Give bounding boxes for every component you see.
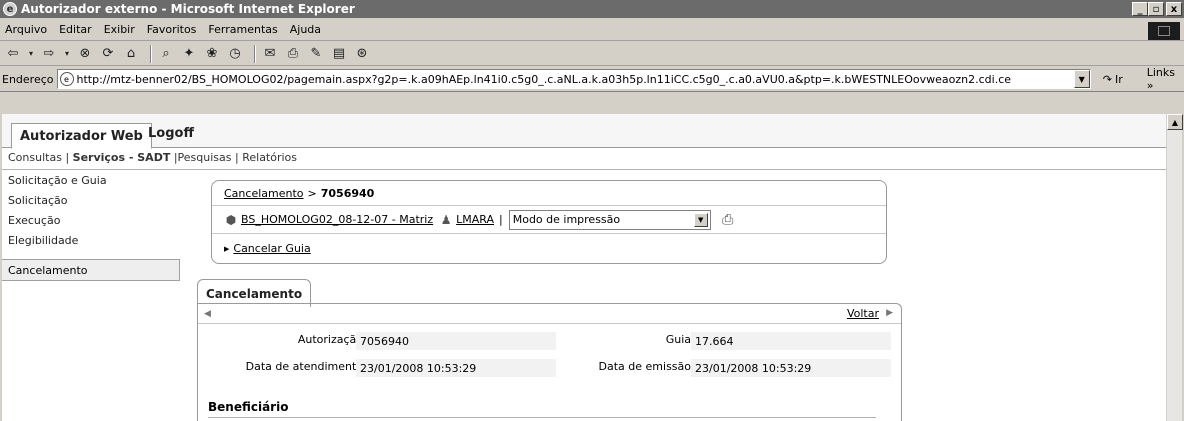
mail-icon[interactable]: ✉	[261, 45, 279, 63]
tab-logoff[interactable]: Logoff	[148, 126, 194, 141]
page-icon: e	[59, 72, 74, 86]
triangle-right-icon: ▶	[224, 244, 230, 253]
sidebar-item-label: Cancelamento	[8, 263, 88, 277]
history-icon[interactable]: ◷	[226, 45, 244, 63]
search-icon[interactable]: ⌕	[157, 45, 175, 63]
menu-ferramentas[interactable]: Ferramentas	[202, 23, 283, 36]
minimize-button[interactable]: _	[1132, 2, 1148, 16]
sidebar-item-execucao[interactable]: Execução	[8, 214, 60, 227]
panel-header: ◀ Voltar ▶	[198, 304, 901, 324]
toolbar-separator	[254, 44, 256, 63]
cancelamento-panel: ◀ Voltar ▶ Autorização 7056940 Guia 17.6…	[197, 303, 902, 421]
address-dropdown-icon[interactable]: ▼	[1073, 70, 1090, 88]
chevron-down-icon[interactable]: ▼	[693, 212, 708, 227]
sidebar-item-elegibilidade[interactable]: Elegibilidade	[8, 234, 78, 247]
discuss-icon[interactable]: ▤	[330, 45, 348, 63]
subnav-relatorios[interactable]: Relatórios	[242, 151, 297, 164]
edit-icon[interactable]: ✎	[307, 45, 325, 63]
go-label: Ir	[1114, 72, 1123, 86]
data-emissao-label: Data de emissão	[598, 360, 691, 373]
breadcrumb-separator: >	[307, 186, 317, 200]
sidebar-item-solicitacao-e-guia[interactable]: Solicitação e Guia	[8, 174, 107, 187]
address-input[interactable]: e http://mtz-benner02/BS_HOMOLOG02/pagem…	[56, 69, 1091, 89]
menu-ajuda[interactable]: Ajuda	[284, 23, 327, 36]
context-row: ⬢ BS_HOMOLOG02_08-12-07 - Matriz ♟ LMARA…	[212, 206, 886, 234]
context-box: Cancelamento > 7056940 ⬢ BS_HOMOLOG02_08…	[211, 180, 887, 264]
print-mode-value: Modo de impressão	[512, 213, 621, 226]
subnav-pesquisas[interactable]: Pesquisas	[178, 151, 232, 164]
menu-bar: Arquivo Editar Exibir Favoritos Ferramen…	[0, 19, 1184, 41]
go-button[interactable]: ↷ Ir	[1103, 73, 1123, 86]
context-separator: |	[499, 213, 503, 226]
autorizacao-value: 7056940	[356, 332, 556, 350]
subnav-separator: |	[65, 151, 70, 164]
window-controls: _ ▫ x	[1132, 2, 1182, 16]
breadcrumb-current: 7056940	[320, 186, 375, 200]
window-title-bar: e Autorizador externo - Microsoft Intern…	[0, 0, 1184, 18]
guia-value: 17.664	[691, 332, 891, 350]
address-label: Endereço	[2, 72, 54, 86]
tab-autorizador-web[interactable]: Autorizador Web	[11, 123, 152, 149]
user-link[interactable]: LMARA	[456, 213, 494, 226]
stop-icon[interactable]: ⊗	[76, 45, 94, 63]
sidebar-item-cancelamento[interactable]: Cancelamento	[2, 259, 180, 281]
data-emissao-value: 23/01/2008 10:53:29	[691, 359, 891, 377]
messenger-icon[interactable]: ⊛	[353, 45, 371, 63]
subnav-consultas[interactable]: Consultas	[8, 151, 62, 164]
refresh-icon[interactable]: ⟳	[99, 45, 117, 63]
breadcrumb-link-cancelamento[interactable]: Cancelamento	[224, 187, 304, 200]
company-icon: ⬢	[225, 212, 237, 227]
print-mode-select[interactable]: Modo de impressão ▼	[508, 209, 711, 230]
windows-logo-icon	[1148, 22, 1180, 40]
back-arrow-icon[interactable]: ⇦	[4, 45, 22, 63]
sidebar: Solicitação e Guia Solicitação Execução …	[2, 170, 180, 421]
subnav-separator: |	[235, 151, 239, 164]
data-atendimento-label: Data de atendimento	[245, 360, 363, 373]
action-row: ▶ Cancelar Guia	[212, 234, 886, 263]
user-icon: ♟	[440, 212, 452, 227]
cancelar-guia-link[interactable]: Cancelar Guia	[233, 242, 310, 255]
media-icon[interactable]: ❀	[203, 45, 221, 63]
forward-arrow-icon[interactable]: ⇨	[40, 45, 58, 63]
ie-icon: e	[3, 2, 17, 16]
toolbar: ⇦ ▾ ⇨ ▾ ⊗ ⟳ ⌂ ⌕ ✦ ❀ ◷ ✉ ⎙ ✎ ▤ ⊛	[0, 42, 1184, 66]
restore-button[interactable]: ▫	[1148, 2, 1164, 16]
voltar-link[interactable]: Voltar	[847, 307, 879, 320]
forward-dropdown-icon[interactable]: ▾	[63, 45, 71, 63]
sidebar-item-solicitacao[interactable]: Solicitação	[8, 194, 68, 207]
close-button[interactable]: x	[1166, 2, 1182, 16]
address-bar: Endereço e http://mtz-benner02/BS_HOMOLO…	[0, 66, 1184, 92]
scroll-up-icon[interactable]: ▲	[1167, 114, 1183, 130]
home-icon[interactable]: ⌂	[122, 45, 140, 63]
printer-icon[interactable]: ⎙	[721, 212, 735, 228]
triangle-right-icon[interactable]: ▶	[886, 308, 893, 318]
menu-favoritos[interactable]: Favoritos	[141, 23, 203, 36]
triangle-left-icon[interactable]: ◀	[204, 309, 211, 319]
breadcrumb: Cancelamento > 7056940	[212, 181, 886, 206]
printer-icon[interactable]: ⎙	[284, 45, 302, 63]
company-link[interactable]: BS_HOMOLOG02_08-12-07 - Matriz	[241, 213, 433, 226]
page-content: Autorizador Web Logoff Consultas | Servi…	[2, 114, 1166, 421]
autorizacao-label: Autorização	[297, 333, 363, 346]
menu-arquivo[interactable]: Arquivo	[0, 23, 53, 36]
toolbar-separator	[150, 44, 152, 63]
guia-label: Guia	[665, 333, 691, 346]
back-dropdown-icon[interactable]: ▾	[27, 45, 35, 63]
beneficiario-divider	[208, 417, 876, 418]
menu-exibir[interactable]: Exibir	[98, 23, 141, 36]
beneficiario-heading: Beneficiário	[208, 400, 289, 414]
menu-editar[interactable]: Editar	[53, 23, 98, 36]
favorites-icon[interactable]: ✦	[180, 45, 198, 63]
go-arrow-icon: ↷	[1102, 72, 1112, 86]
subnav-servicos-sadt[interactable]: Serviços - SADT	[73, 151, 171, 164]
window-title: Autorizador externo - Microsoft Internet…	[21, 2, 355, 16]
data-atendimento-value: 23/01/2008 10:53:29	[356, 359, 556, 377]
sub-navigation: Consultas | Serviços - SADT |Pesquisas |…	[8, 151, 297, 164]
links-button[interactable]: Links »	[1147, 66, 1184, 92]
address-url[interactable]: http://mtz-benner02/BS_HOMOLOG02/pagemai…	[77, 73, 1012, 86]
vertical-scrollbar[interactable]: ▲	[1166, 114, 1183, 421]
